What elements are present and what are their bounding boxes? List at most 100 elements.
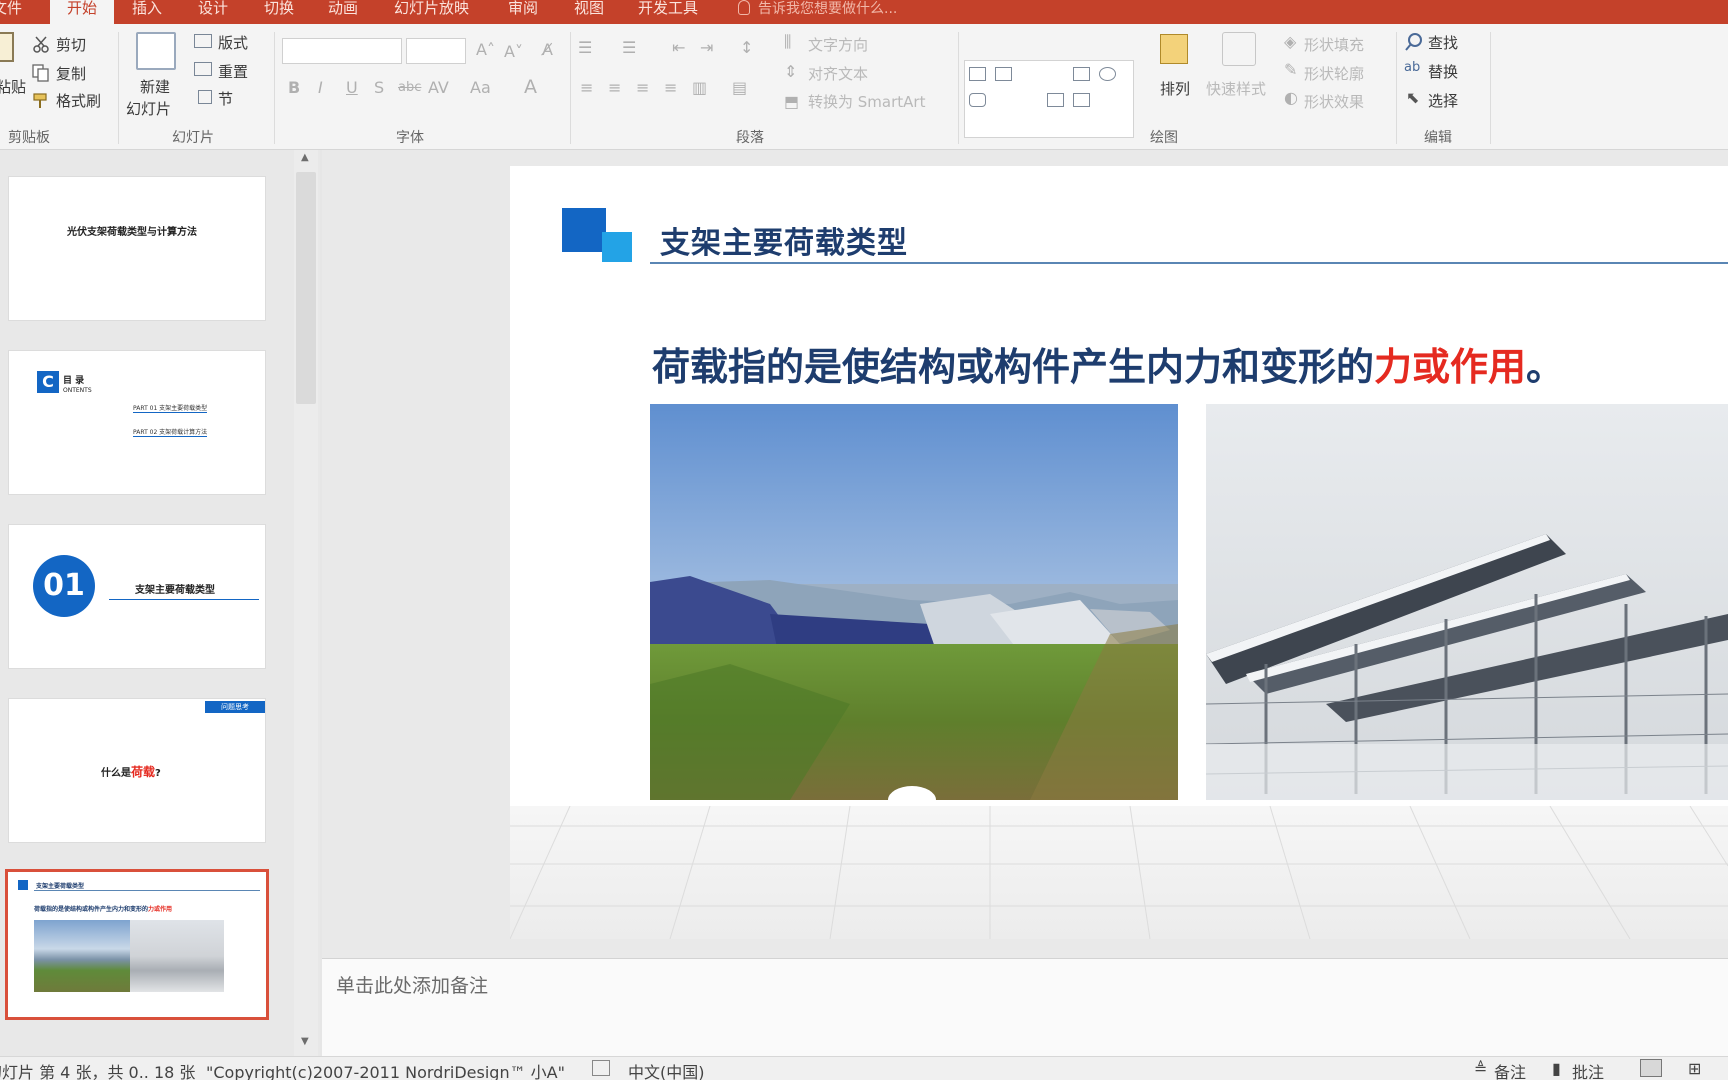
bullets-icon[interactable]: ☰ — [578, 38, 592, 57]
fill-icon: ◈ — [1284, 32, 1297, 51]
strikethrough-button[interactable]: abc — [398, 80, 421, 95]
rectangle-shape-icon[interactable] — [1073, 67, 1090, 81]
status-bar: 幻灯片 第 4 张，共 0.. 18 张 "Copyright(c)2007-2… — [0, 1056, 1728, 1080]
outline-icon: ✎ — [1284, 60, 1298, 79]
group-divider — [958, 32, 959, 144]
shape-fill-button[interactable]: 形状填充 — [1304, 34, 1364, 55]
tab-animations[interactable]: 动画 — [328, 0, 358, 24]
spellcheck-icon[interactable] — [592, 1060, 610, 1076]
select-button[interactable]: 选择 — [1428, 90, 1458, 111]
tab-view[interactable]: 视图 — [574, 0, 604, 24]
copy-button[interactable]: 复制 — [56, 63, 86, 84]
align-right-icon[interactable]: ≡ — [636, 78, 649, 97]
layout-button[interactable]: 版式 — [218, 32, 248, 53]
tab-insert[interactable]: 插入 — [132, 0, 162, 24]
notes-pane[interactable]: 单击此处添加备注 — [322, 958, 1728, 1056]
slide-title[interactable]: 支架主要荷载类型 — [660, 218, 908, 262]
grow-font-icon[interactable]: A˄ — [476, 40, 495, 59]
tab-slideshow[interactable]: 幻灯片放映 — [394, 0, 469, 24]
thumbnail-scrollbar[interactable]: ▲ ▼ — [294, 150, 318, 1056]
clear-format-icon[interactable]: A̸ — [542, 40, 553, 59]
notes-toggle-button[interactable]: 备注 — [1494, 1059, 1526, 1080]
tab-review[interactable]: 审阅 — [508, 0, 538, 24]
collapsed-solar-array-photo[interactable] — [650, 404, 1178, 800]
italic-button[interactable]: I — [318, 78, 323, 97]
drawing-group-label: 绘图 — [1150, 130, 1178, 146]
new-slide-icon[interactable] — [136, 32, 176, 70]
shape-outline-button[interactable]: 形状轮廓 — [1304, 63, 1364, 84]
tab-file[interactable]: 文件 — [0, 0, 42, 24]
new-slide-line2[interactable]: 幻灯片 — [126, 98, 171, 119]
snow-loaded-racking-photo[interactable] — [1206, 404, 1728, 800]
tab-home[interactable]: 开始 — [50, 0, 114, 24]
align-left-icon[interactable]: ≡ — [580, 78, 593, 97]
slide-thumbnail-5-selected[interactable]: 支架主要荷载类型 荷载指的是使结构或构件产生内力和变形的力或作用 — [5, 869, 269, 1020]
arrow-shape-icon[interactable] — [1047, 93, 1064, 107]
smartart-icon: ⬒ — [784, 92, 800, 111]
notes-placeholder[interactable]: 单击此处添加备注 — [336, 971, 488, 998]
columns-icon[interactable]: ▤ — [732, 78, 747, 97]
align-center-icon[interactable]: ≡ — [608, 78, 621, 97]
line-spacing-icon[interactable]: ↕ — [740, 38, 753, 57]
replace-button[interactable]: 替换 — [1428, 61, 1458, 82]
quick-styles-button[interactable]: 快速样式 — [1206, 78, 1266, 99]
font-size-select[interactable] — [406, 38, 466, 64]
font-family-select[interactable] — [282, 38, 402, 64]
slide-thumbnail-1[interactable]: 光伏支架荷载类型与计算方法 — [8, 176, 266, 321]
slide-thumbnail-4[interactable]: 问题思考 什么是荷载? — [8, 698, 266, 843]
current-slide[interactable]: 支架主要荷载类型 荷载指的是使结构或构件产生内力和变形的力或作用。 — [510, 166, 1728, 939]
tell-me-search[interactable]: 告诉我您想要做什么... — [738, 0, 897, 24]
justify-icon[interactable]: ≡ — [664, 78, 677, 97]
paste-icon[interactable] — [0, 32, 14, 62]
numbering-icon[interactable]: ☰ — [622, 38, 636, 57]
bold-button[interactable]: B — [288, 78, 300, 97]
shadow-button[interactable]: S — [374, 78, 384, 97]
arrange-button[interactable]: 排列 — [1160, 78, 1190, 99]
oval-shape-icon[interactable] — [1099, 67, 1116, 81]
slide-sorter-icon[interactable]: ⊞ — [1688, 1059, 1701, 1078]
tab-design[interactable]: 设计 — [198, 0, 228, 24]
shrink-font-icon[interactable]: A˅ — [504, 42, 523, 61]
increase-indent-icon[interactable]: ⇥ — [700, 38, 713, 57]
shape-effects-button[interactable]: 形状效果 — [1304, 91, 1364, 112]
shapes-gallery[interactable] — [964, 60, 1134, 138]
normal-view-icon[interactable] — [1640, 1059, 1662, 1077]
contents-part2: PART 02 支架荷载计算方法 — [133, 429, 208, 437]
layout-icon — [194, 34, 212, 48]
slide-thumbnail-3[interactable]: 01 支架主要荷载类型 — [8, 524, 266, 669]
down-arrow-shape-icon[interactable] — [1073, 93, 1090, 107]
distributed-icon[interactable]: ▥ — [692, 78, 707, 97]
language-status[interactable]: 中文(中国) — [628, 1059, 705, 1080]
scissors-icon — [33, 36, 49, 53]
align-text-button[interactable]: 对齐文本 — [808, 63, 868, 84]
comments-toggle-button[interactable]: 批注 — [1572, 1059, 1604, 1080]
slide-thumbnail-2[interactable]: C 目 录 ONTENTS PART 01 支架主要荷载类型 PART 02 支… — [8, 350, 266, 495]
format-painter-button[interactable]: 格式刷 — [56, 90, 101, 111]
scroll-down-icon[interactable]: ▼ — [301, 1036, 309, 1047]
underline-button[interactable]: U — [346, 78, 358, 97]
change-case-button[interactable]: Aa — [470, 78, 491, 97]
tab-transitions[interactable]: 切换 — [264, 0, 294, 24]
group-divider — [274, 32, 275, 144]
smartart-button[interactable]: 转换为 SmartArt — [808, 91, 925, 112]
tab-developer[interactable]: 开发工具 — [638, 0, 698, 24]
paste-button[interactable]: 粘贴 — [0, 76, 26, 97]
char-spacing-button[interactable]: AV — [428, 78, 449, 97]
section-button[interactable]: 节 — [218, 88, 233, 109]
scroll-up-icon[interactable]: ▲ — [301, 152, 309, 163]
text-direction-button[interactable]: 文字方向 — [808, 34, 868, 55]
decrease-indent-icon[interactable]: ⇤ — [672, 38, 685, 57]
cut-button[interactable]: 剪切 — [56, 34, 86, 55]
section-icon — [198, 90, 212, 104]
rounded-rect-shape-icon[interactable] — [969, 93, 986, 107]
vertical-textbox-shape-icon[interactable] — [995, 67, 1012, 81]
new-slide-line1[interactable]: 新建 — [140, 76, 170, 97]
slide-subtitle[interactable]: 荷载指的是使结构或构件产生内力和变形的力或作用。 — [652, 336, 1564, 391]
reset-button[interactable]: 重置 — [218, 61, 248, 82]
scrollbar-thumb[interactable] — [296, 172, 316, 404]
arrange-icon — [1160, 34, 1188, 64]
thumbnail-photo-1 — [34, 920, 132, 992]
font-color-button[interactable]: A — [524, 76, 537, 98]
textbox-shape-icon[interactable] — [969, 67, 986, 81]
find-button[interactable]: 查找 — [1428, 32, 1458, 53]
